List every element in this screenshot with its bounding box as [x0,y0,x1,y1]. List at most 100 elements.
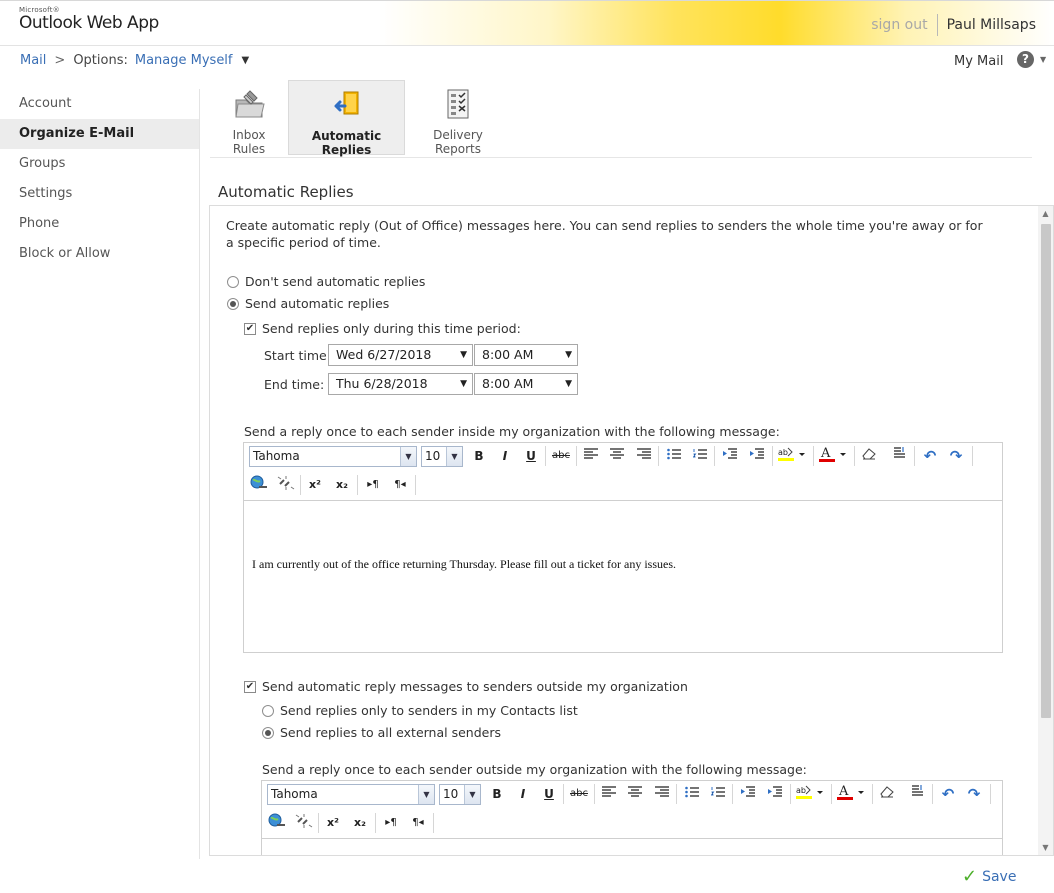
align-left-icon[interactable] [598,784,620,804]
strikethrough-button[interactable]: abc [550,446,572,466]
align-right-icon[interactable] [633,446,655,466]
nav-item-account[interactable]: Account [0,89,200,119]
toolbar-separator [415,475,416,495]
nav-item-organize-email[interactable]: Organize E-Mail [0,119,200,149]
chevron-down-icon: ▼ [565,379,572,389]
indent-icon[interactable] [764,784,786,804]
contacts-only-radio[interactable] [262,704,274,717]
outside-enable-checkbox[interactable]: ✔ [244,680,256,693]
dont-send-option[interactable]: Don't send automatic replies [227,274,425,289]
scroll-up-arrow-icon[interactable]: ▲ [1038,206,1053,221]
inside-size-select[interactable]: 10 ▼ [421,446,463,467]
remove-link-icon[interactable] [293,813,315,833]
nav-item-groups[interactable]: Groups [0,149,200,179]
bold-button[interactable]: B [486,784,508,804]
toolbar-separator [676,784,677,804]
eraser-icon[interactable] [876,784,898,804]
time-period-option[interactable]: ✔ Send replies only during this time per… [244,321,521,336]
scroll-thumb[interactable] [1041,224,1051,718]
align-left-icon[interactable] [580,446,602,466]
undo-icon[interactable]: ↶ [919,446,941,466]
bullet-list-icon[interactable] [681,784,703,804]
underline-button[interactable]: U [520,446,542,466]
tab-delivery-reports[interactable]: Delivery Reports [405,80,511,156]
contacts-only-option[interactable]: Send replies only to senders in my Conta… [262,703,578,718]
superscript-button[interactable]: x² [304,475,326,495]
underline-button[interactable]: U [538,784,560,804]
format-clear-icon[interactable] [906,784,928,804]
highlight-color-icon[interactable]: ab [794,784,826,804]
inside-font-select[interactable]: Tahoma ▼ [249,446,417,467]
chevron-down-icon[interactable]: ▼ [242,55,250,66]
redo-icon[interactable]: ↷ [945,446,967,466]
checkmark-icon: ✓ [962,866,978,887]
start-time-label: Start time: [264,348,331,363]
insert-link-icon[interactable] [248,475,270,495]
outside-size-select[interactable]: 10 ▼ [439,784,481,805]
chevron-down-icon: ▼ [418,785,434,804]
bold-button[interactable]: B [468,446,490,466]
outdent-icon[interactable] [719,446,741,466]
nav-item-phone[interactable]: Phone [0,209,200,239]
font-color-icon[interactable]: A [835,784,867,804]
superscript-button[interactable]: x² [322,813,344,833]
breadcrumb-mail-link[interactable]: Mail [20,53,46,68]
outside-font-select[interactable]: Tahoma ▼ [267,784,435,805]
start-time-select[interactable]: 8:00 AM ▼ [474,344,578,366]
italic-button[interactable]: I [512,784,534,804]
strikethrough-button[interactable]: abc [568,784,590,804]
tab-automatic-replies[interactable]: Automatic Replies [288,80,405,157]
dont-send-radio[interactable] [227,275,239,288]
nav-item-block-or-allow[interactable]: Block or Allow [0,239,200,269]
panel-scrollbar[interactable]: ▲ ▼ [1038,206,1053,855]
save-button[interactable]: ✓ Save [962,866,1016,887]
inside-message-label: Send a reply once to each sender inside … [244,424,780,439]
breadcrumb-manage-myself-link[interactable]: Manage Myself [135,53,233,68]
remove-link-icon[interactable] [275,475,297,495]
tab-inbox-rules[interactable]: Inbox Rules [210,80,288,156]
nav-divider [199,89,200,859]
outside-message-editor[interactable]: Tahoma ▼ 10 ▼ B I U abc ab A ↶ ↷ x² x₂ ▸… [261,780,1003,855]
send-option[interactable]: Send automatic replies [227,296,389,311]
bullet-list-icon[interactable] [663,446,685,466]
ltr-direction-button[interactable]: ▸¶ [362,475,384,495]
highlight-color-icon[interactable]: ab [776,446,808,466]
end-date-select[interactable]: Thu 6/28/2018 ▼ [328,373,473,395]
redo-icon[interactable]: ↷ [963,784,985,804]
inside-message-editor[interactable]: Tahoma ▼ 10 ▼ B I U abc ab A ↶ ↷ x² x₂ ▸… [243,442,1003,653]
start-date-select[interactable]: Wed 6/27/2018 ▼ [328,344,473,366]
numbered-list-icon[interactable] [689,446,711,466]
outside-enable-option[interactable]: ✔ Send automatic reply messages to sende… [244,679,688,694]
insert-link-icon[interactable] [266,813,288,833]
font-color-icon[interactable]: A [817,446,849,466]
my-mail-link[interactable]: My Mail [954,54,1003,69]
outdent-icon[interactable] [737,784,759,804]
time-period-checkbox[interactable]: ✔ [244,322,256,335]
toolbar-separator [300,475,301,495]
undo-icon[interactable]: ↶ [937,784,959,804]
indent-icon[interactable] [746,446,768,466]
align-center-icon[interactable] [606,446,628,466]
numbered-list-icon[interactable] [707,784,729,804]
help-icon[interactable]: ? [1017,51,1034,68]
subscript-button[interactable]: x₂ [349,813,371,833]
rtl-direction-button[interactable]: ¶◂ [407,813,429,833]
all-external-option[interactable]: Send replies to all external senders [262,725,501,740]
delivery-reports-icon [413,88,503,120]
align-center-icon[interactable] [624,784,646,804]
nav-item-settings[interactable]: Settings [0,179,200,209]
ltr-direction-button[interactable]: ▸¶ [380,813,402,833]
scroll-down-arrow-icon[interactable]: ▼ [1038,840,1053,855]
inside-message-text[interactable]: I am currently out of the office returni… [252,501,994,572]
send-radio[interactable] [227,297,239,310]
italic-button[interactable]: I [494,446,516,466]
subscript-button[interactable]: x₂ [331,475,353,495]
eraser-icon[interactable] [858,446,880,466]
help-chevron-down-icon[interactable]: ▼ [1040,55,1046,64]
end-time-select[interactable]: 8:00 AM ▼ [474,373,578,395]
sign-out-link[interactable]: sign out [871,17,936,33]
all-external-radio[interactable] [262,726,274,739]
format-clear-icon[interactable] [888,446,910,466]
rtl-direction-button[interactable]: ¶◂ [389,475,411,495]
align-right-icon[interactable] [651,784,673,804]
